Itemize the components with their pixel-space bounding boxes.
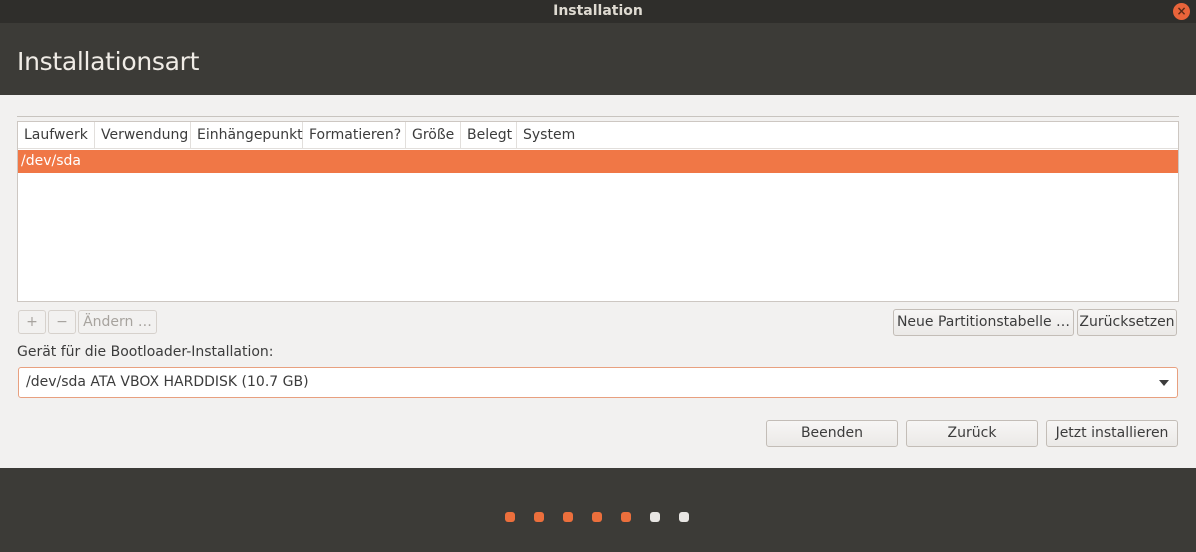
column-header-belegt[interactable]: Belegt (461, 122, 517, 149)
new-partition-table-button[interactable]: Neue Partitionstabelle … (893, 309, 1074, 336)
progress-dot (534, 512, 544, 522)
device-cell: /dev/sda (21, 153, 81, 169)
window-titlebar: Installation × (0, 0, 1196, 23)
add-partition-button[interactable]: + (18, 310, 46, 334)
remove-partition-button[interactable]: − (48, 310, 76, 334)
partition-table[interactable]: Laufwerk Verwendung Einhängepunkt Format… (17, 121, 1179, 302)
column-header-verwendung[interactable]: Verwendung (95, 122, 191, 149)
column-header-einhaengepunkt[interactable]: Einhängepunkt (191, 122, 303, 149)
column-header-system[interactable]: System (517, 122, 617, 149)
column-header-groesse[interactable]: Größe (406, 122, 461, 149)
chevron-down-icon (1159, 380, 1169, 386)
main-content: Laufwerk Verwendung Einhängepunkt Format… (0, 95, 1196, 468)
change-partition-button[interactable]: Ändern … (78, 310, 157, 334)
install-now-button[interactable]: Jetzt installieren (1046, 420, 1178, 447)
table-row[interactable]: /dev/sda (18, 150, 1178, 173)
progress-dot (679, 512, 689, 522)
progress-footer (0, 468, 1196, 552)
column-header-laufwerk[interactable]: Laufwerk (18, 122, 95, 149)
back-button[interactable]: Zurück (906, 420, 1038, 447)
divider (17, 116, 1179, 117)
bootloader-device-value: /dev/sda ATA VBOX HARDDISK (10.7 GB) (26, 374, 309, 390)
bootloader-device-select[interactable]: /dev/sda ATA VBOX HARDDISK (10.7 GB) (18, 367, 1178, 398)
column-header-formatieren[interactable]: Formatieren? (303, 122, 406, 149)
progress-dot (505, 512, 515, 522)
progress-dot (563, 512, 573, 522)
page-title: Installationsart (17, 47, 200, 76)
page-header: Installationsart (0, 23, 1196, 95)
progress-dot (592, 512, 602, 522)
progress-dot (650, 512, 660, 522)
window-title: Installation (553, 3, 643, 19)
revert-button[interactable]: Zurücksetzen (1077, 309, 1177, 336)
bootloader-label: Gerät für die Bootloader-Installation: (17, 344, 274, 360)
close-icon[interactable]: × (1173, 3, 1190, 20)
quit-button[interactable]: Beenden (766, 420, 898, 447)
table-header: Laufwerk Verwendung Einhängepunkt Format… (18, 122, 1178, 149)
progress-dot (621, 512, 631, 522)
